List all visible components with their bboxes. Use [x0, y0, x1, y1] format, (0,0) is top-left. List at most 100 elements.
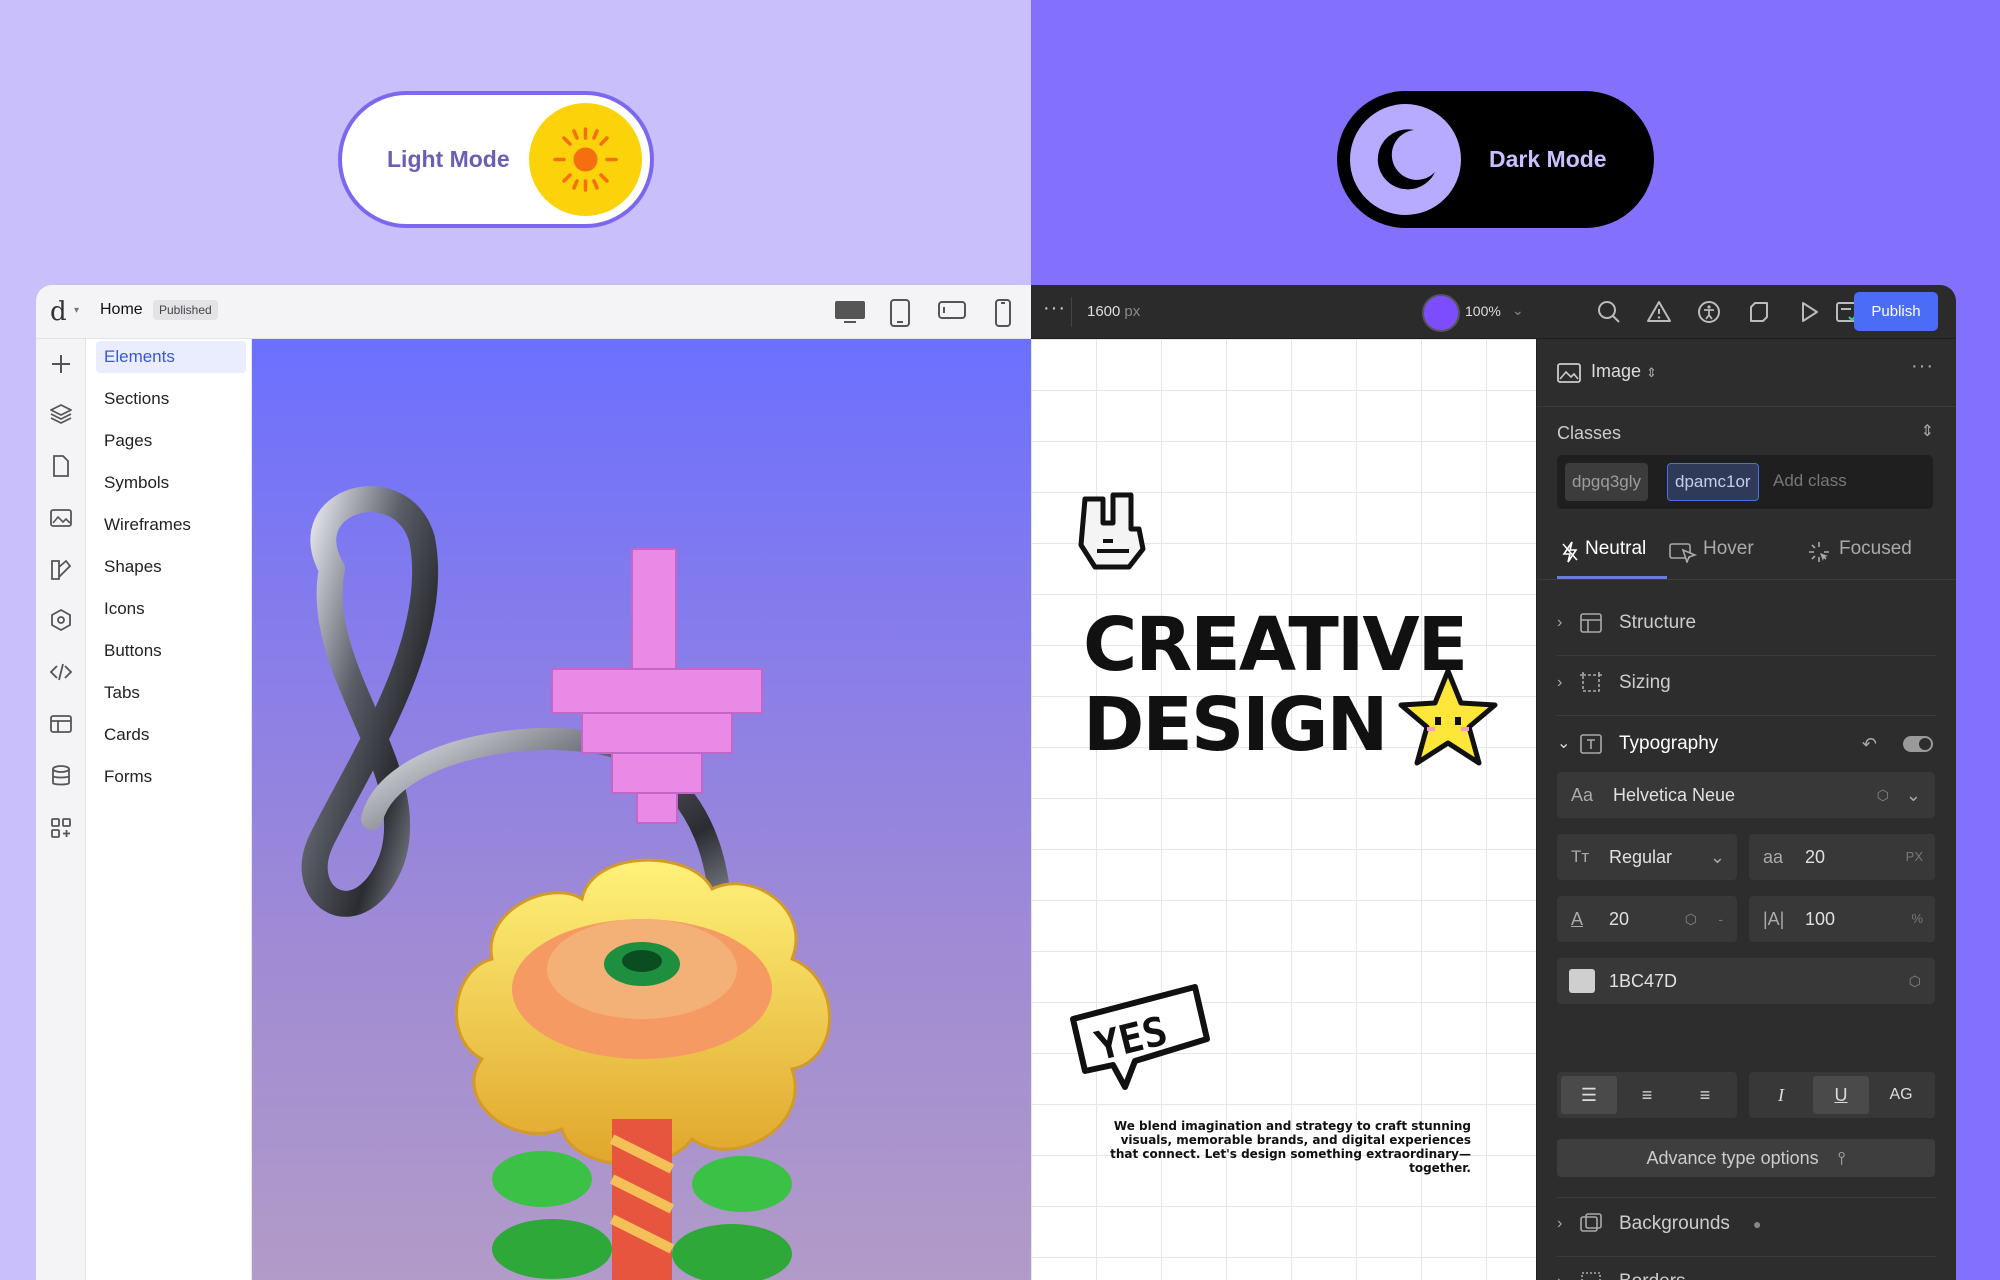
add-class-input[interactable]: Add class: [1773, 471, 1847, 491]
italic-icon[interactable]: I: [1753, 1076, 1809, 1114]
font-size-input[interactable]: aa 20 PX: [1749, 834, 1935, 880]
tab-hover[interactable]: Hover: [1669, 527, 1754, 579]
search-icon[interactable]: [1596, 299, 1622, 325]
align-right-icon[interactable]: ≡: [1677, 1076, 1733, 1114]
divider: [1071, 297, 1072, 327]
page-icon[interactable]: [48, 453, 74, 479]
database-icon[interactable]: [48, 763, 74, 789]
chevron-down-icon[interactable]: ▾: [74, 305, 79, 316]
section-borders[interactable]: › Borders: [1557, 1260, 1933, 1280]
advanced-type-options-button[interactable]: Advance type options ⫯: [1557, 1139, 1935, 1177]
sync-icon[interactable]: [1746, 299, 1772, 325]
typography-icon: [1580, 734, 1602, 754]
font-weight-select[interactable]: Tт Regular ⌄: [1557, 834, 1737, 880]
canvas-artwork[interactable]: [252, 339, 1031, 1280]
element-type-select[interactable]: Image ⇕: [1591, 361, 1657, 382]
rock-hand-sticker: [1078, 492, 1146, 570]
elements-item-elements[interactable]: Elements: [96, 341, 246, 373]
text-case-button[interactable]: AG: [1873, 1076, 1929, 1114]
layout-icon[interactable]: [48, 711, 74, 737]
section-structure[interactable]: › Structure: [1557, 601, 1933, 645]
light-mode-toggle[interactable]: Light Mode: [338, 91, 654, 228]
section-typography-label: Typography: [1619, 733, 1719, 754]
underline-icon[interactable]: U: [1813, 1076, 1869, 1114]
canvas-preview[interactable]: CREATIVE DESIGN We blend imagination and…: [1031, 339, 1536, 1280]
desktop-device-icon[interactable]: [834, 299, 866, 325]
elements-item-shapes[interactable]: Shapes: [96, 551, 246, 583]
typography-toggle[interactable]: [1903, 736, 1933, 752]
code-icon[interactable]: [48, 659, 74, 685]
elements-item-wireframes[interactable]: Wireframes: [96, 509, 246, 541]
add-icon[interactable]: [48, 351, 74, 377]
elements-item-icons[interactable]: Icons: [96, 593, 246, 625]
elements-item-tabs[interactable]: Tabs: [96, 677, 246, 709]
elements-item-sections[interactable]: Sections: [96, 383, 246, 415]
section-typography[interactable]: ⌄ Typography ↶: [1557, 722, 1933, 766]
letter-spacing-value: 100: [1805, 909, 1836, 929]
more-icon[interactable]: ···: [1911, 355, 1934, 378]
accessibility-icon[interactable]: [1696, 299, 1722, 325]
image-icon[interactable]: [48, 505, 74, 531]
more-icon[interactable]: ···: [1043, 297, 1066, 320]
tab-neutral[interactable]: Neutral: [1557, 527, 1667, 579]
components-icon[interactable]: [48, 607, 74, 633]
elements-item-symbols[interactable]: Symbols: [96, 467, 246, 499]
layers-icon[interactable]: [48, 401, 74, 427]
canvas-width-readout[interactable]: 1600 px: [1087, 303, 1140, 320]
class-chip[interactable]: dpgq3gly: [1565, 463, 1649, 501]
page-name[interactable]: Home: [100, 301, 143, 319]
star-sticker: [1398, 668, 1498, 766]
app-logo-icon[interactable]: d: [50, 297, 67, 327]
elements-item-cards[interactable]: Cards: [96, 719, 246, 751]
3d-illustration: [301, 486, 831, 1280]
yes-speech-bubble-sticker: YES: [1070, 984, 1210, 1090]
warning-icon[interactable]: [1646, 299, 1672, 325]
variable-icon[interactable]: ⬡: [1909, 958, 1921, 1004]
font-size-unit: PX: [1905, 849, 1923, 864]
variable-icon[interactable]: ⬡: [1685, 896, 1697, 942]
variable-icon[interactable]: ⬡: [1877, 772, 1889, 818]
divider: [1557, 1256, 1936, 1257]
letter-spacing-unit: %: [1911, 911, 1923, 926]
color-swatch[interactable]: [1569, 969, 1595, 993]
letter-spacing-input[interactable]: |A| 100 %: [1749, 896, 1935, 942]
hero-paragraph[interactable]: We blend imagination and strategy to cra…: [1091, 1119, 1471, 1175]
publish-button[interactable]: Publish: [1854, 292, 1938, 331]
elements-item-forms[interactable]: Forms: [96, 761, 246, 793]
dark-mode-label: Dark Mode: [1489, 146, 1607, 172]
text-color-input[interactable]: 1BC47D ⬡: [1557, 958, 1935, 1004]
tablet-landscape-icon[interactable]: [938, 299, 966, 321]
chevron-right-icon: ›: [1557, 614, 1563, 631]
tab-focused[interactable]: Focused: [1807, 527, 1912, 579]
tablet-device-icon[interactable]: [889, 299, 911, 327]
apps-icon[interactable]: [48, 815, 74, 841]
avatar[interactable]: [1422, 294, 1460, 332]
zoom-level[interactable]: 100%: [1465, 303, 1501, 319]
align-left-icon[interactable]: ☰: [1561, 1076, 1617, 1114]
line-height-input[interactable]: A 20 ⬡ -: [1557, 896, 1737, 942]
mobile-device-icon[interactable]: [994, 299, 1012, 327]
expand-icon[interactable]: ⇕: [1921, 421, 1934, 441]
class-chip-selected[interactable]: dpamc1or: [1667, 463, 1759, 501]
section-backgrounds[interactable]: › Backgrounds ●: [1557, 1202, 1933, 1246]
chevron-down-icon: ⌄: [1709, 847, 1725, 867]
styles-icon[interactable]: [48, 557, 74, 583]
classes-input[interactable]: dpgq3gly dpamc1or Add class: [1557, 455, 1933, 509]
font-family-select[interactable]: Aa Helvetica Neue ⬡ ⌄: [1557, 772, 1935, 818]
align-center-icon[interactable]: ≡: [1619, 1076, 1675, 1114]
elements-item-buttons[interactable]: Buttons: [96, 635, 246, 667]
reset-icon[interactable]: ↶: [1862, 722, 1877, 766]
chevron-down-icon[interactable]: ⌄: [1512, 302, 1524, 319]
elements-item-pages[interactable]: Pages: [96, 425, 246, 457]
borders-icon: [1581, 1272, 1601, 1280]
section-structure-label: Structure: [1619, 612, 1697, 633]
chevron-down-icon[interactable]: ⌄: [1906, 772, 1921, 818]
section-borders-label: Borders: [1619, 1260, 1686, 1280]
section-sizing[interactable]: › Sizing: [1557, 661, 1933, 705]
dark-mode-toggle[interactable]: Dark Mode: [1337, 91, 1654, 228]
play-icon[interactable]: [1796, 299, 1822, 325]
modified-dot-icon: ●: [1753, 1216, 1762, 1232]
text-align-group: ☰ ≡ ≡: [1557, 1072, 1737, 1118]
font-icon: Aa: [1571, 785, 1594, 805]
text-color-value: 1BC47D: [1609, 971, 1678, 991]
